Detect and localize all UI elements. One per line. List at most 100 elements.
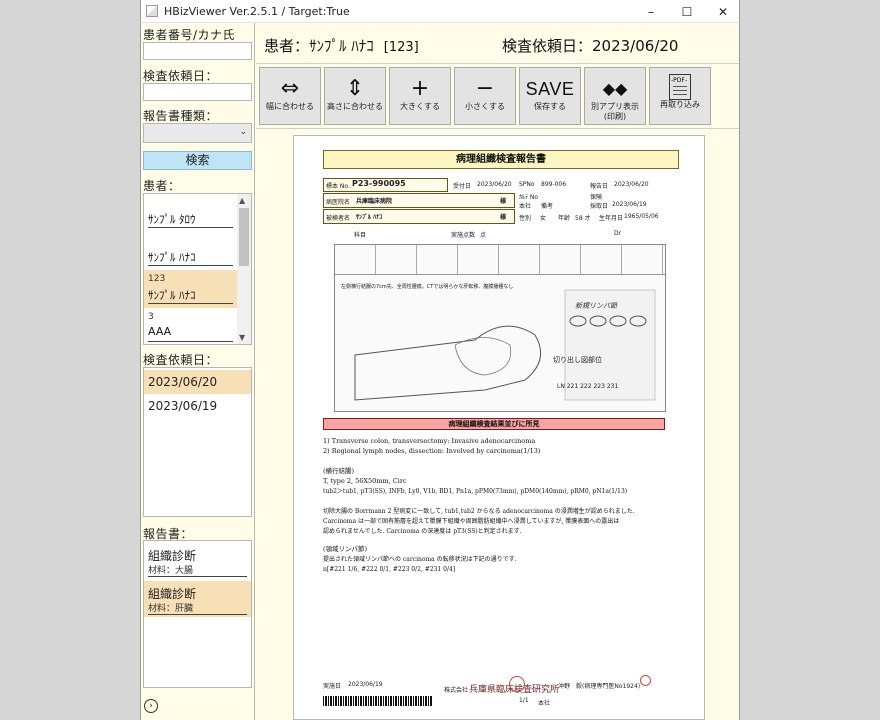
- specimen-no: P23-990095: [352, 179, 406, 188]
- footer-date: 2023/06/19: [348, 681, 383, 688]
- underline: [148, 576, 247, 577]
- save-icon: SAVE: [525, 79, 575, 99]
- finding-line: n[#221 1/6, #222 0/1, #223 0/2, #231 0/4…: [323, 566, 456, 573]
- barcode: [323, 696, 433, 706]
- report-document[interactable]: 病理組織検査報告書 標本 No. P23-990095 受付日 2023/06/…: [293, 135, 705, 720]
- date-item-selected[interactable]: 2023/06/20: [144, 370, 251, 394]
- finding-line: 認められませんでした. Carcinoma の深達度は pT3(SS)と判定され…: [323, 528, 522, 535]
- finding-line: Carcinoma は一部で固有筋層を超えて漿膜下組織や周囲脂肪組織中へ浸潤して…: [323, 518, 620, 525]
- report-date-label: 報告日: [590, 183, 609, 190]
- date-item[interactable]: 2023/06/19: [144, 394, 251, 418]
- diamonds-icon: ◆◆: [602, 79, 628, 98]
- request-date-label: 検査依頼日：: [143, 69, 219, 83]
- dr-label: Dr: [614, 230, 622, 237]
- divider: [256, 128, 739, 129]
- fit-width-icon: ⇔: [280, 76, 300, 101]
- collect-date: 2023/06/19: [612, 201, 647, 208]
- specimen-type: 切り出し図部位: [553, 356, 602, 364]
- date-list[interactable]: 2023/06/20 2023/06/19: [143, 367, 252, 517]
- form-grid: [335, 245, 665, 275]
- lymph-codes: LN 221 222 223 231: [557, 383, 619, 390]
- karte-label: ｶﾙﾃ No: [519, 194, 539, 201]
- memo-label: 備考: [541, 203, 554, 210]
- finding-line: tub2＞tub1, pT3(SS), INFb, Ly0, V1b, BD1,…: [323, 488, 628, 495]
- request-date-input[interactable]: [143, 83, 252, 101]
- close-icon[interactable]: ✕: [705, 0, 739, 23]
- external-app-sublabel: (印刷): [603, 112, 627, 121]
- left-panel: 患者番号/カナ氏名： 検査依頼日： 報告書種類： ⌄ 検索 患者： ｻﾝﾌﾟﾙ …: [141, 23, 255, 720]
- hospital-name: 兵庫臨床病院: [356, 198, 393, 205]
- patient-item[interactable]: ｻﾝﾌﾟﾙ ﾀﾛｳ: [144, 194, 239, 232]
- doctor-name: 沖野 毅(病理専門医No1924): [558, 683, 641, 690]
- zoom-out-button[interactable]: − 小さくする: [454, 67, 516, 125]
- save-button[interactable]: SAVE 保存する: [519, 67, 581, 125]
- fit-height-icon: ⇕: [345, 76, 365, 101]
- patient-item[interactable]: ｻﾝﾌﾟﾙ ﾊﾅｺ: [144, 232, 239, 270]
- document-patient: ｻﾝﾌﾟﾙ ﾊﾅｺ: [356, 214, 383, 221]
- patient-name: ｻﾝﾌﾟﾙ ﾊﾅｺ: [148, 289, 196, 302]
- scroll-thumb[interactable]: [239, 208, 249, 266]
- insurance-label: 保険: [590, 194, 603, 201]
- zoom-in-label: 大きくする: [400, 102, 440, 111]
- reload-button[interactable]: -PDF- 再取り込み: [649, 67, 711, 125]
- minimize-icon[interactable]: –: [633, 0, 669, 23]
- patient-id: 3: [148, 312, 154, 322]
- external-app-button[interactable]: ◆◆ 別アプリ表示 (印刷): [584, 67, 646, 125]
- title-bar[interactable]: HBizViewer Ver.2.5.1 / Target:True – ☐ ✕: [141, 0, 739, 23]
- patient-list-scrollbar[interactable]: ▲ ▼: [237, 194, 251, 344]
- report-item-selected[interactable]: 組織診断 材料：肝臓: [144, 581, 251, 617]
- company-prefix: 株式会社: [444, 687, 469, 694]
- viewer-panel: 患者：ｻﾝﾌﾟﾙ ﾊﾅｺ [123] 検査依頼日：2023/06/20 ⇔ 幅に合…: [256, 23, 739, 720]
- doctor-seal-icon: [640, 675, 651, 686]
- spno: 899-006: [541, 181, 567, 188]
- finding-line: (領域リンパ節): [323, 545, 368, 553]
- scroll-down-icon[interactable]: ▼: [239, 333, 245, 342]
- age: 58 才: [575, 215, 591, 222]
- chevron-down-icon: ⌄: [239, 127, 247, 137]
- hospital-box: [323, 193, 515, 208]
- hospital-sama: 様: [500, 198, 507, 205]
- fit-width-button[interactable]: ⇔ 幅に合わせる: [259, 67, 321, 125]
- search-button[interactable]: 検索: [143, 151, 252, 170]
- report-date: 2023/06/20: [614, 181, 649, 188]
- finding-line: T, type 2, 56X50mm, Circ: [323, 477, 407, 485]
- report-item[interactable]: 組織診断 材料：大腸: [144, 543, 251, 579]
- fit-height-label: 高さに合わせる: [327, 102, 383, 111]
- patient-name: ｻﾝﾌﾟﾙ ﾊﾅｺ: [309, 37, 374, 55]
- report-type-label: 報告書種類：: [143, 109, 219, 123]
- patient-list[interactable]: ｻﾝﾌﾟﾙ ﾀﾛｳ ｻﾝﾌﾟﾙ ﾊﾅｺ 123 ｻﾝﾌﾟﾙ ﾊﾅｺ 3 AAA …: [143, 193, 252, 345]
- patient-search-input[interactable]: [143, 42, 252, 60]
- received-label: 受付日: [453, 183, 472, 190]
- chevron-right-circle-icon[interactable]: ›: [144, 699, 158, 713]
- dob-label: 生年月日: [599, 215, 624, 222]
- external-app-label: 別アプリ表示: [591, 102, 639, 111]
- window-title: HBizViewer Ver.2.5.1 / Target:True: [164, 4, 350, 18]
- patient-item[interactable]: 3 AAA: [144, 308, 239, 344]
- office-name: 本社: [538, 700, 551, 707]
- hospital-label: 病医院名: [326, 199, 351, 206]
- finding-line: 切除大腸の Borrmann 2 型病変に一致して, tub1,tub2 からな…: [323, 508, 635, 515]
- patient-sama: 様: [500, 214, 507, 221]
- patient-id: 123: [148, 274, 166, 284]
- document-title: 病理組織検査報告書: [323, 150, 679, 169]
- report-material: 材料：肝臓: [148, 604, 194, 614]
- scroll-up-icon[interactable]: ▲: [239, 196, 245, 205]
- report-type-select[interactable]: ⌄: [143, 123, 252, 143]
- pdf-icon-text: -PDF-: [671, 77, 688, 84]
- sex-label: 性別: [519, 215, 532, 222]
- save-label: 保存する: [534, 102, 566, 111]
- patient-name: ｻﾝﾌﾟﾙ ﾊﾅｺ: [148, 251, 196, 264]
- underline: [148, 265, 233, 266]
- fit-height-button[interactable]: ⇕ 高さに合わせる: [324, 67, 386, 125]
- report-list[interactable]: 組織診断 材料：大腸 組織診断 材料：肝臓: [143, 540, 252, 688]
- maximize-icon[interactable]: ☐: [669, 0, 705, 23]
- received-date: 2023/06/20: [477, 181, 512, 188]
- app-icon: [146, 5, 158, 17]
- zoom-in-button[interactable]: + 大きくする: [389, 67, 451, 125]
- plus-icon: +: [410, 76, 430, 101]
- underline: [148, 341, 233, 342]
- dates-label: 検査依頼日：: [143, 353, 219, 367]
- dob: 1965/05/06: [624, 213, 659, 220]
- patient-item-selected[interactable]: 123 ｻﾝﾌﾟﾙ ﾊﾅｺ: [144, 270, 239, 308]
- spno-label: SPNo: [519, 181, 535, 188]
